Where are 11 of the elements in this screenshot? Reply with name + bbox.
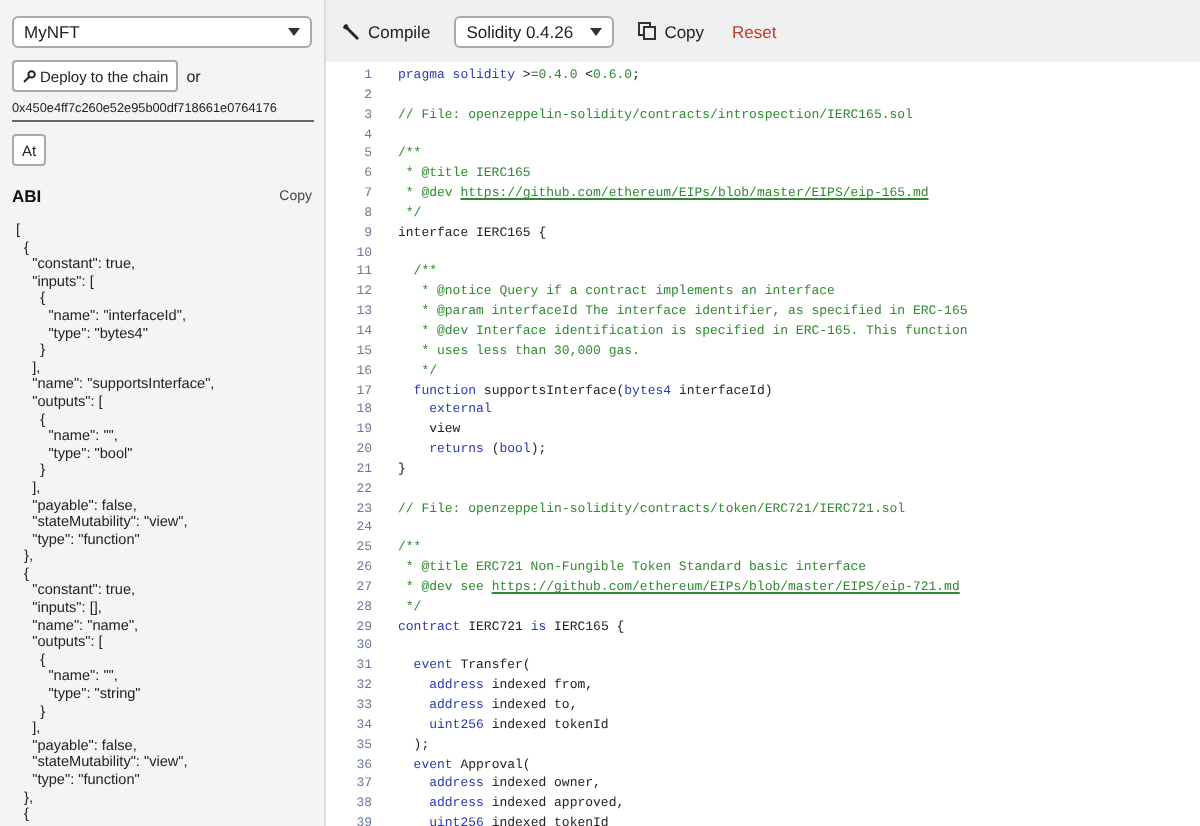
- abi-title: ABI: [12, 186, 42, 206]
- copy-button[interactable]: Copy: [634, 21, 709, 41]
- wrench-icon: [342, 22, 360, 40]
- caret-icon: [288, 28, 300, 36]
- compile-button[interactable]: Compile: [338, 21, 435, 41]
- copy-icon: [638, 22, 657, 40]
- caret-icon: [590, 27, 603, 35]
- contract-select[interactable]: MyNFT: [12, 16, 312, 48]
- or-text: or: [186, 67, 201, 85]
- reset-button[interactable]: Reset: [728, 21, 781, 41]
- compiler-select[interactable]: Solidity 0.4.26: [454, 15, 615, 47]
